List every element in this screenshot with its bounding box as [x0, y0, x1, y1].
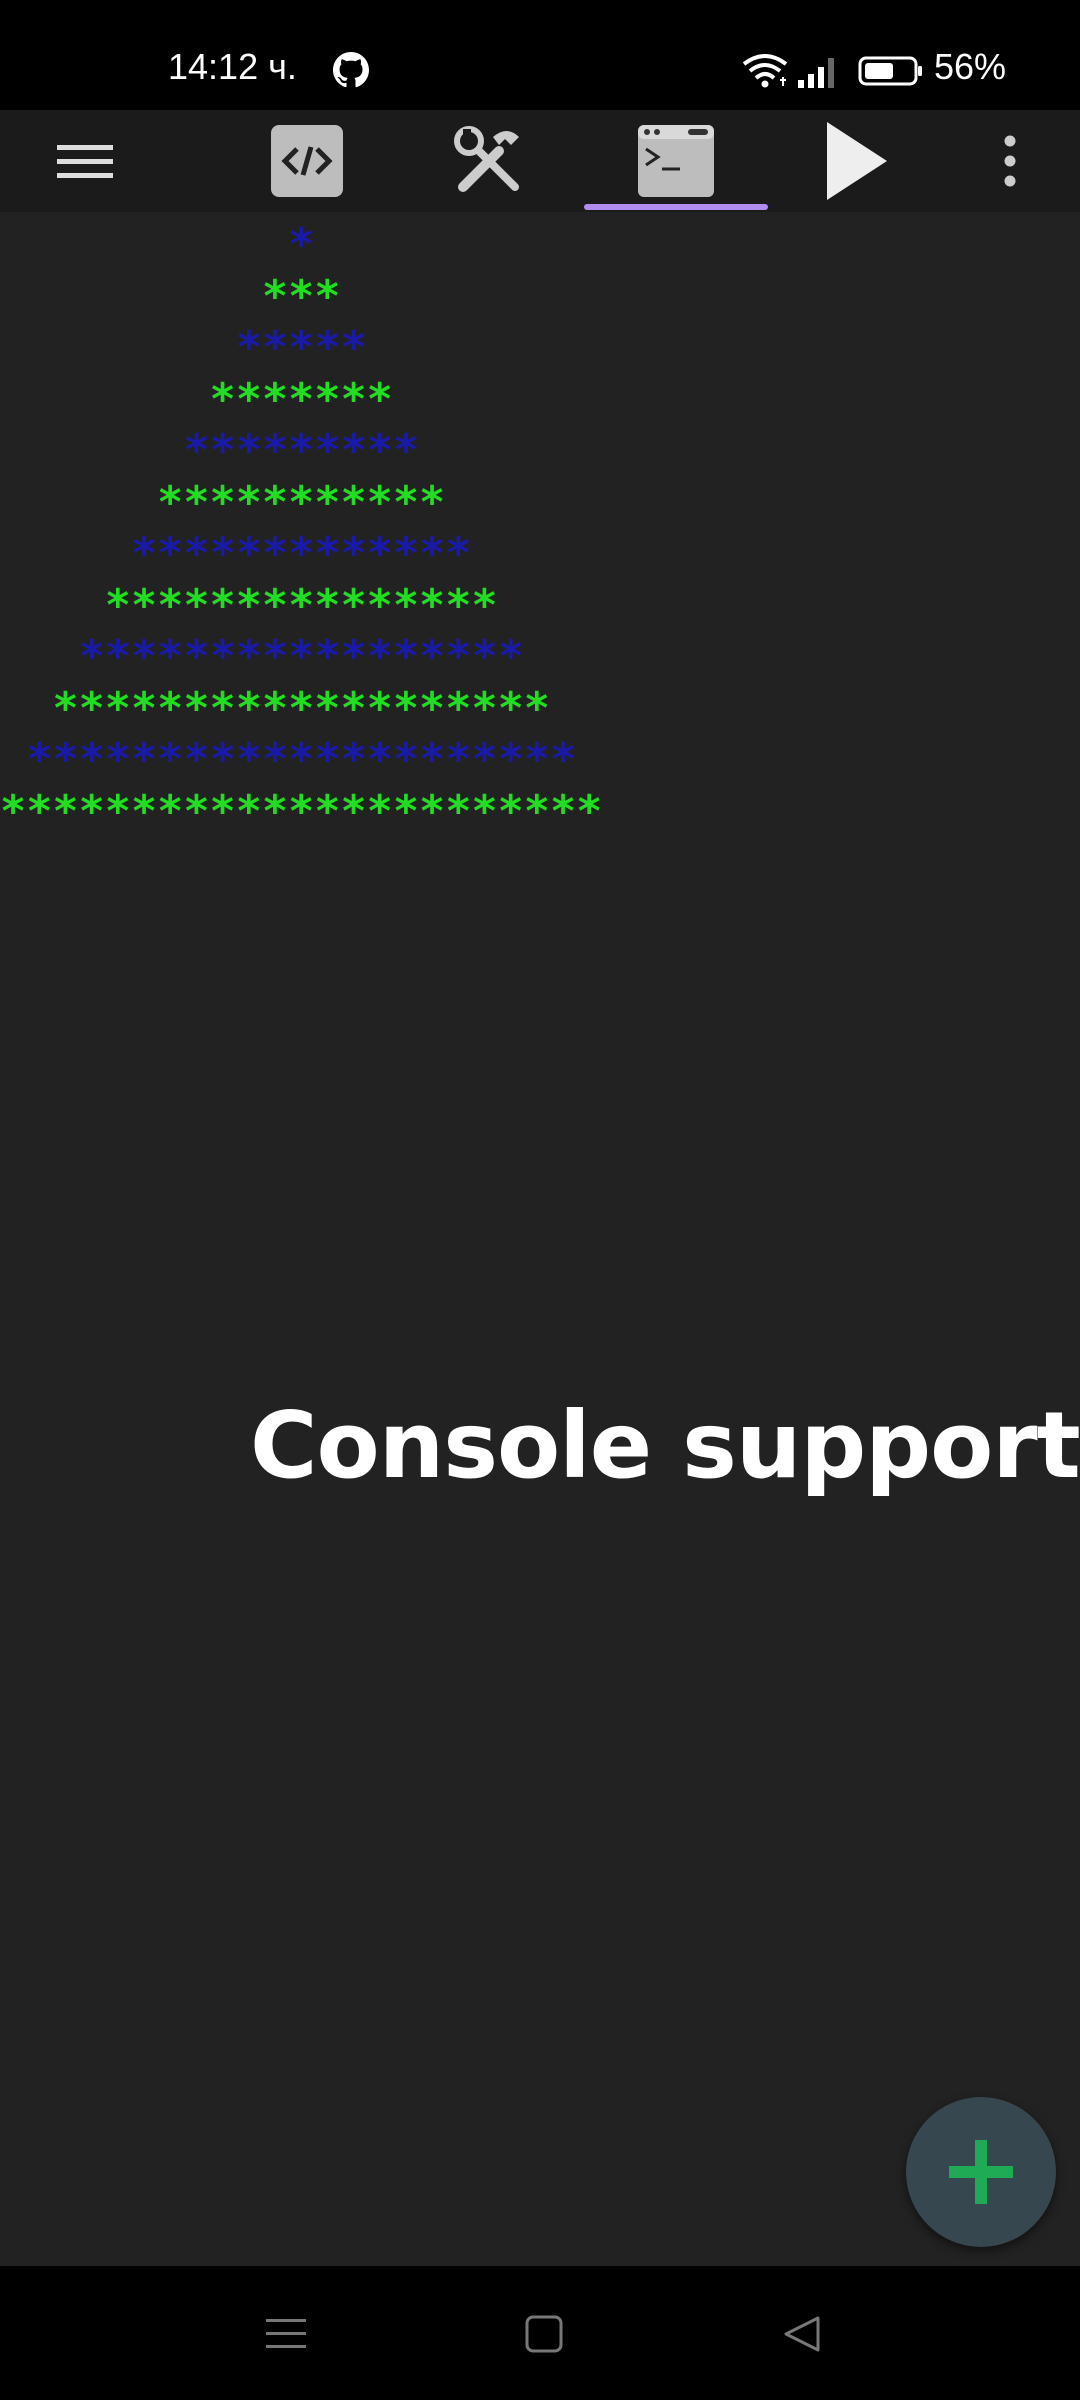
console-output[interactable]: * *** ***** ******* ********* **********… — [0, 212, 1080, 2264]
tools-tab[interactable] — [444, 110, 534, 212]
add-button[interactable] — [906, 2097, 1056, 2247]
console-line: ********************* — [0, 735, 577, 785]
console-icon — [638, 125, 714, 197]
recents-button[interactable] — [258, 2306, 314, 2362]
code-icon — [271, 125, 343, 197]
back-icon — [784, 2316, 820, 2352]
console-line: * — [0, 220, 315, 270]
console-line: *** — [0, 271, 341, 322]
wifi-icon — [742, 54, 788, 88]
menu-icon — [57, 145, 113, 178]
active-tab-indicator — [584, 204, 768, 210]
console-line: ******************* — [0, 683, 550, 734]
home-icon — [525, 2315, 563, 2353]
console-line: ******* — [0, 374, 393, 425]
console-line: *********************** — [0, 786, 603, 837]
recents-icon — [266, 2319, 306, 2348]
signal-icon — [798, 58, 834, 88]
plus-icon — [949, 2140, 1013, 2204]
status-time: 14:12 ч. — [168, 46, 297, 87]
console-line: *************** — [0, 580, 498, 631]
github-icon — [333, 52, 369, 88]
play-icon — [827, 122, 887, 200]
console-line: ********* — [0, 426, 420, 476]
console-line: *********** — [0, 477, 446, 528]
more-vert-icon — [1004, 135, 1016, 187]
battery-icon — [858, 56, 922, 86]
console-line: ***** — [0, 323, 367, 373]
back-button[interactable] — [774, 2306, 830, 2362]
status-bar: 14:12 ч. 56% — [0, 0, 1080, 110]
battery-percent: 56% — [934, 46, 1007, 87]
console-tab[interactable] — [584, 110, 768, 212]
system-nav-bar — [0, 2266, 1080, 2400]
tools-icon — [454, 126, 519, 192]
home-button[interactable] — [516, 2306, 572, 2362]
code-editor-tab[interactable] — [262, 110, 352, 212]
console-lines: * *** ***** ******* ********* **********… — [0, 220, 602, 838]
console-line: ************* — [0, 529, 472, 579]
promo-caption: Console support — [250, 1392, 1080, 1499]
console-line: ***************** — [0, 632, 524, 682]
menu-button[interactable] — [40, 110, 130, 212]
more-options-button[interactable] — [980, 110, 1040, 212]
run-button[interactable] — [812, 110, 902, 212]
toolbar — [0, 110, 1080, 212]
